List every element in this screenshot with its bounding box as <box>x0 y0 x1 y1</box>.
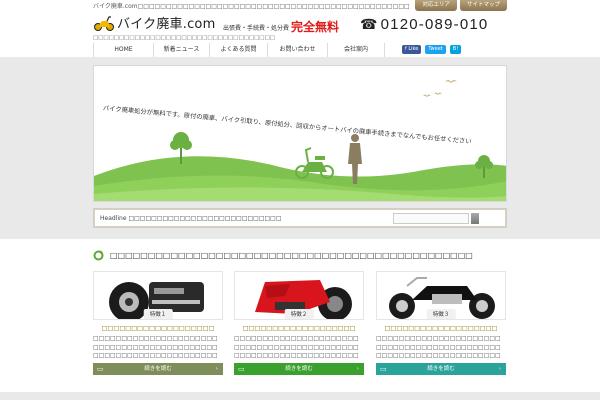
feature-card-1: 特徴１ □□□□□□□□□□□□□□□□□□□ □□□□□□□□□□□□□□□□… <box>93 271 223 375</box>
nav-faq[interactable]: よくある質問 <box>209 43 267 57</box>
nav-company[interactable]: 会社案内 <box>327 43 385 57</box>
tweet-button[interactable]: Tweet <box>425 45 446 54</box>
site-logo[interactable]: バイク廃車.com <box>93 13 215 32</box>
read-more-label-3: 続きを読む <box>427 366 455 372</box>
top-links: 対応エリア サイトマップ <box>415 0 507 11</box>
area-button[interactable]: 対応エリア <box>415 0 457 11</box>
phone-text: 0120-089-010 <box>380 16 489 33</box>
headline-text: Headline □□□□□□□□□□□□□□□□□□□□□□□□□□□ <box>100 215 282 222</box>
book-icon: ▭ <box>380 365 387 373</box>
read-more-button-1[interactable]: ▭ 続きを読む › <box>93 363 223 375</box>
feature-title-1: □□□□□□□□□□□□□□□□□□□ <box>101 325 215 332</box>
logo-text: バイク廃車.com <box>117 17 216 32</box>
main-nav: HOME 新着ニュース よくある質問 お問い合わせ 会社案内 <box>93 43 385 57</box>
feature-image-3: 特徴３ <box>376 271 506 320</box>
feature-body-3: □□□□□□□□□□□□□□□□□□□□□□□□□□□□□□□□□□□□□□□□… <box>376 335 501 359</box>
fee-label: 出張費・手続費・処分費 <box>223 25 290 32</box>
read-more-button-3[interactable]: ▭ 続きを読む › <box>376 363 506 375</box>
search-input[interactable] <box>393 213 469 224</box>
phone-number[interactable]: ☎ 0120-089-010 <box>360 16 488 33</box>
book-icon: ▭ <box>97 365 104 373</box>
feature-body-2: □□□□□□□□□□□□□□□□□□□□□□□□□□□□□□□□□□□□□□□□… <box>234 335 359 359</box>
feature-title-3: □□□□□□□□□□□□□□□□□□□ <box>384 325 498 332</box>
footer-strip <box>0 392 600 400</box>
feature-badge-1: 特徴１ <box>143 309 173 319</box>
feature-card-2: 特徴２ □□□□□□□□□□□□□□□□□□□ □□□□□□□□□□□□□□□□… <box>234 271 364 375</box>
nav-news[interactable]: 新着ニュース <box>153 43 209 57</box>
birds-icon <box>423 80 457 97</box>
headline-bar: Headline □□□□□□□□□□□□□□□□□□□□□□□□□□□ <box>93 208 507 228</box>
book-icon: ▭ <box>238 365 245 373</box>
feature-body-1: □□□□□□□□□□□□□□□□□□□□□□□□□□□□□□□□□□□□□□□□… <box>93 335 218 359</box>
nav-contact[interactable]: お問い合わせ <box>267 43 327 57</box>
section-title-text: □□□□□□□□□□□□□□□□□□□□□□□□□□□□□□□□□□□□□□□□… <box>110 251 473 260</box>
feature-title-2: □□□□□□□□□□□□□□□□□□□ <box>242 325 356 332</box>
social-buttons: f Like Tweet B! <box>402 45 462 54</box>
main-nav-bar: HOME 新着ニュース よくある質問 お問い合わせ 会社案内 f Like Tw… <box>0 43 600 57</box>
hatena-button[interactable]: B! <box>449 45 462 54</box>
facebook-like-button[interactable]: f Like <box>402 45 422 54</box>
free-label: 完全無料 <box>291 20 340 34</box>
search-button[interactable] <box>471 213 479 224</box>
site-tagline: バイク廃車.com□□□□□□□□□□□□□□□□□□□□□□□□□□□□□□□… <box>93 3 410 10</box>
like-label: Like <box>408 46 419 52</box>
feature-card-3: 特徴３ □□□□□□□□□□□□□□□□□□□ □□□□□□□□□□□□□□□□… <box>376 271 506 375</box>
feature-image-1: 特徴１ <box>93 271 223 320</box>
refresh-icon <box>93 250 104 261</box>
read-more-label-2: 続きを読む <box>285 366 313 372</box>
phone-icon: ☎ <box>360 16 379 32</box>
features-section-title: □□□□□□□□□□□□□□□□□□□□□□□□□□□□□□□□□□□□□□□□… <box>93 250 473 261</box>
read-more-button-2[interactable]: ▭ 続きを読む › <box>234 363 364 375</box>
headline-label: Headline <box>100 215 127 222</box>
arrow-right-icon: › <box>498 366 501 372</box>
site-subtext: □□□□□□□□□□□□□□□□□□□□□□□□□□□□□□□□□□□ <box>93 35 275 41</box>
arrow-right-icon: › <box>215 366 218 372</box>
headline-message: □□□□□□□□□□□□□□□□□□□□□□□□□□□ <box>128 215 282 222</box>
nav-home[interactable]: HOME <box>93 43 153 57</box>
arrow-right-icon: › <box>356 366 359 372</box>
feature-badge-2: 特徴２ <box>284 309 314 319</box>
feature-image-2: 特徴２ <box>234 271 364 320</box>
hero-banner: バイク廃車処分が無料です。原付の廃車、バイク引取り、原付処分、回収からオートバイ… <box>93 65 507 202</box>
feature-badge-3: 特徴３ <box>426 309 456 319</box>
read-more-label-1: 続きを読む <box>144 366 172 372</box>
sitemap-button[interactable]: サイトマップ <box>459 0 507 11</box>
scooter-logo-icon <box>93 15 115 31</box>
